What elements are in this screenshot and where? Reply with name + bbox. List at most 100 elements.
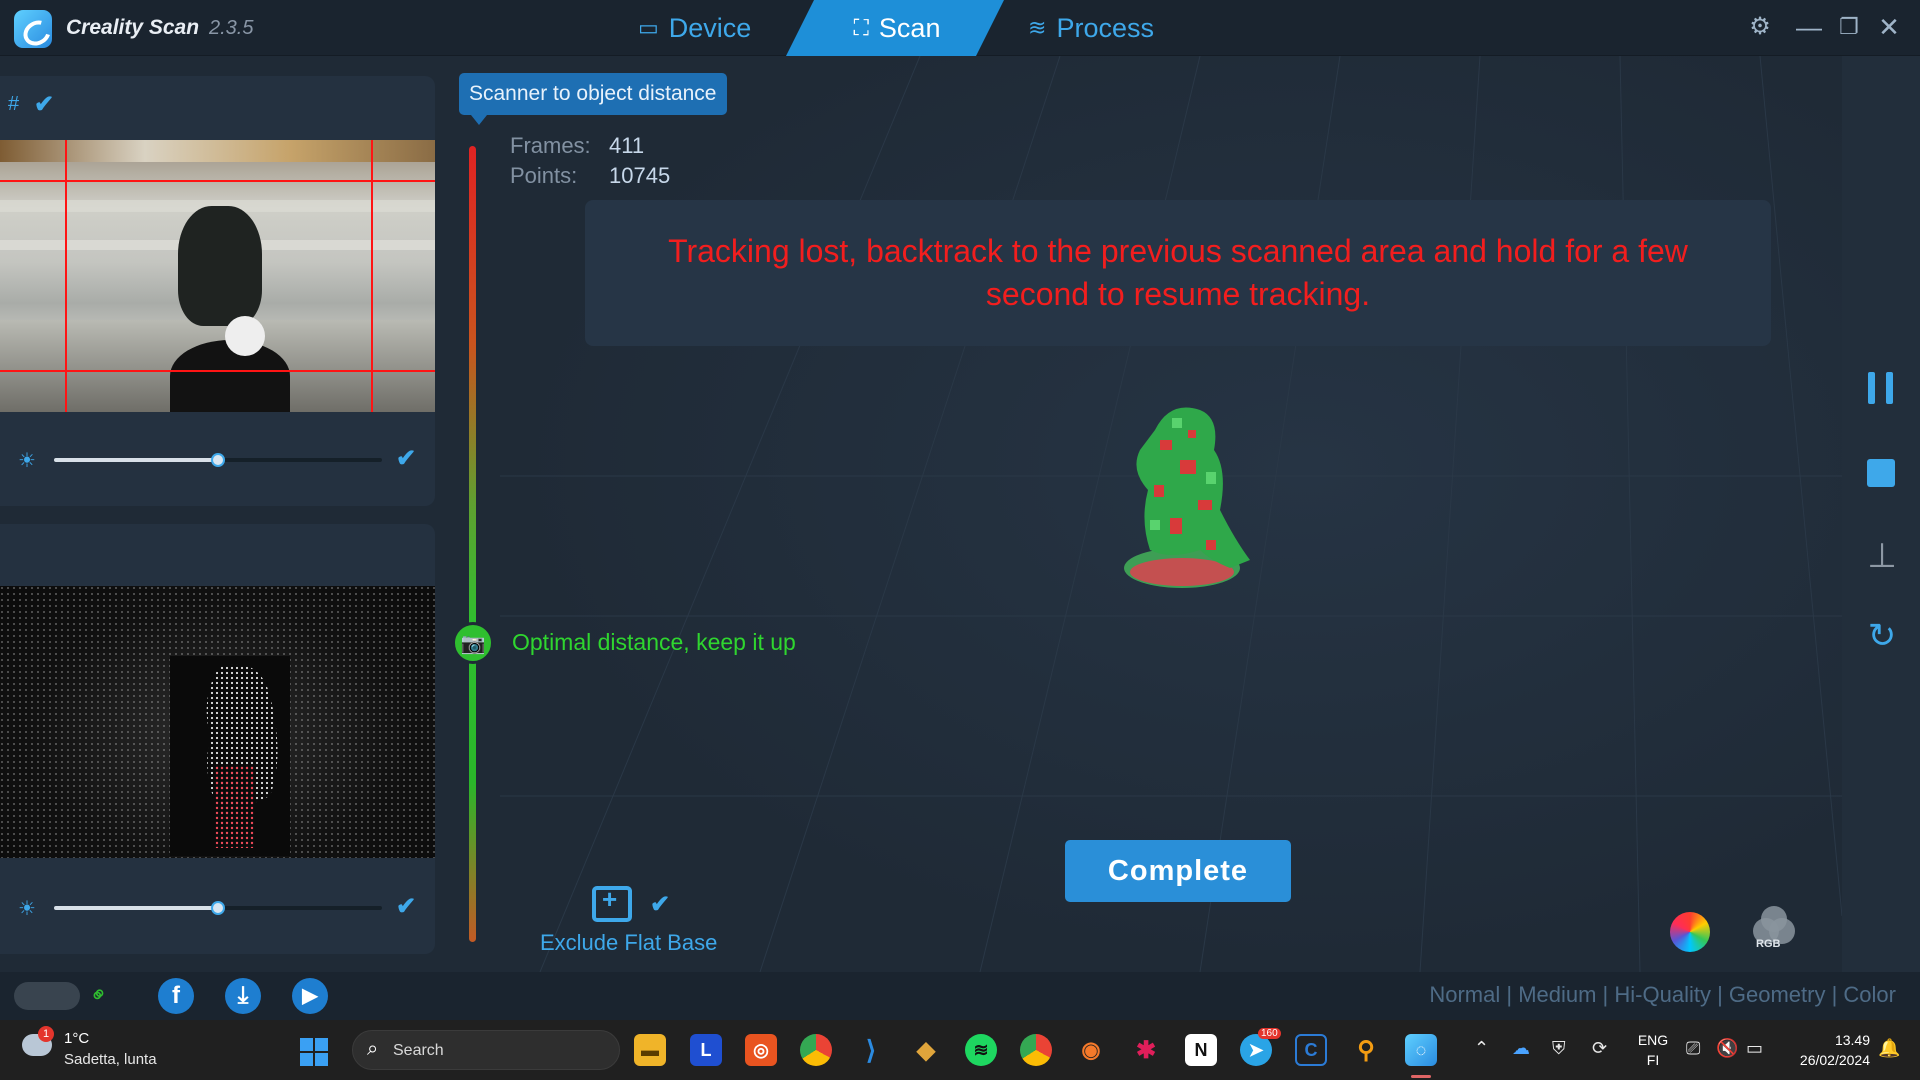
- creality-scan-taskbar-icon[interactable]: ◌: [1405, 1034, 1437, 1066]
- scan-icon: ⛶: [853, 15, 869, 40]
- app-version: 2.3.5: [209, 17, 254, 39]
- slider-knob[interactable]: [211, 901, 225, 915]
- active-app-indicator: [1411, 1075, 1431, 1078]
- rgb-exposure-slider[interactable]: ☀: [18, 448, 418, 472]
- slack-icon[interactable]: ✱: [1130, 1034, 1162, 1066]
- search-icon: ⌕: [367, 1038, 379, 1060]
- git-app-icon[interactable]: ◆: [910, 1034, 942, 1066]
- grid-checkbox[interactable]: ✔: [34, 93, 56, 117]
- scanner-device-icon: [14, 982, 80, 1010]
- rgb-camera-feed: [0, 140, 435, 412]
- right-toolbar: ⊥ ↻: [1842, 56, 1920, 972]
- tab-device[interactable]: ▭ Device: [638, 0, 751, 56]
- tab-scan-label: Scan: [878, 13, 941, 43]
- weather-temp[interactable]: 1°C: [64, 1030, 89, 1047]
- security-icon[interactable]: ⛨: [1552, 1038, 1566, 1059]
- download-icon[interactable]: ⤓: [225, 978, 261, 1014]
- rgb-label: RGB: [1756, 938, 1781, 950]
- tab-device-label: Device: [668, 13, 752, 43]
- depth-auto-exposure-checkbox[interactable]: ✔: [396, 895, 418, 919]
- creality-logo-icon: [14, 10, 52, 48]
- facebook-icon[interactable]: f: [158, 978, 194, 1014]
- points-label: Points:: [510, 163, 578, 188]
- tracking-lost-banner: Tracking lost, backtrack to the previous…: [585, 200, 1771, 346]
- windows-taskbar: 1 1°C Sadetta, lunta ⌕ Search ▬ L ◎ ⟩ ◆ …: [0, 1020, 1920, 1080]
- brightness-icon: ☀: [18, 898, 36, 920]
- ubuntu-icon[interactable]: ◎: [745, 1034, 777, 1066]
- exclude-flat-base-icon[interactable]: [592, 884, 632, 922]
- device-icon: ▭: [638, 15, 659, 40]
- spotify-icon[interactable]: ≋: [965, 1034, 997, 1066]
- depth-camera-feed: [0, 586, 435, 858]
- onedrive-icon[interactable]: ☁: [1512, 1038, 1530, 1059]
- tab-process[interactable]: ≋ Process: [1028, 0, 1154, 56]
- minimize-icon[interactable]: —: [1794, 12, 1824, 42]
- slider-knob[interactable]: [211, 453, 225, 467]
- distance-status: Optimal distance, keep it up: [512, 629, 796, 655]
- search-label: Search: [393, 1042, 444, 1059]
- color-wheel-icon[interactable]: [1670, 912, 1710, 952]
- points-value: 10745: [609, 163, 671, 188]
- refresh-icon[interactable]: ↻: [1864, 616, 1900, 656]
- file-explorer-icon[interactable]: ▬: [634, 1034, 666, 1066]
- slider-track[interactable]: [54, 453, 382, 467]
- weather-badge: 1: [38, 1026, 54, 1042]
- notification-bell-icon[interactable]: 🔔: [1878, 1038, 1900, 1059]
- battery-icon[interactable]: ▭: [1746, 1038, 1763, 1059]
- settings-gear-icon[interactable]: ⚙: [1745, 12, 1775, 42]
- l-app-icon[interactable]: L: [690, 1034, 722, 1066]
- clock-date[interactable]: 26/02/2024: [1780, 1052, 1870, 1068]
- title-bar: Creality Scan 2.3.5 ▭ Device ⛶ Scan ≋ Pr…: [0, 0, 1920, 56]
- camera-icon: 📷: [452, 622, 494, 664]
- sync-icon[interactable]: ⟳: [1592, 1038, 1607, 1059]
- slider-track[interactable]: [54, 901, 382, 915]
- app-name: Creality Scan: [66, 16, 200, 39]
- blender-icon[interactable]: ◉: [1075, 1034, 1107, 1066]
- rgb-camera-panel: # ✔ ☀ ✔: [0, 76, 435, 506]
- clock-time[interactable]: 13.49: [1780, 1032, 1870, 1048]
- link-icon: ⚭: [83, 979, 115, 1011]
- volume-muted-icon[interactable]: 🔇: [1716, 1038, 1738, 1059]
- complete-button[interactable]: Complete: [1065, 840, 1291, 902]
- tracking-lost-message: Tracking lost, backtrack to the previous…: [668, 233, 1688, 312]
- language-top[interactable]: ENG: [1635, 1032, 1671, 1048]
- weather-desc[interactable]: Sadetta, lunta: [64, 1051, 157, 1068]
- exclude-flat-base-label: Exclude Flat Base: [540, 930, 718, 955]
- stop-icon[interactable]: [1867, 459, 1895, 487]
- video-tutorial-icon[interactable]: ▶: [292, 978, 328, 1014]
- distance-indicator-bar: [469, 146, 476, 942]
- search-app-icon[interactable]: ⚲: [1350, 1034, 1382, 1066]
- c-app-icon[interactable]: C: [1295, 1034, 1327, 1066]
- frames-label: Frames:: [510, 133, 591, 158]
- chrome-dev-icon[interactable]: [1020, 1034, 1052, 1066]
- frames-value: 411: [609, 133, 645, 158]
- scanned-model-preview[interactable]: [1110, 400, 1260, 600]
- distance-tooltip: Scanner to object distance: [459, 73, 727, 125]
- brightness-icon: ☀: [18, 450, 36, 472]
- language-bottom[interactable]: FI: [1635, 1052, 1671, 1068]
- close-icon[interactable]: ✕: [1874, 12, 1904, 42]
- status-bar: ⚭ f ⤓ ▶ Normal | Medium | Hi-Quality | G…: [0, 972, 1920, 1020]
- stamp-icon[interactable]: ⊥: [1864, 536, 1900, 576]
- restore-icon[interactable]: ❐: [1834, 12, 1864, 42]
- tray-chevron-icon[interactable]: ⌃: [1474, 1038, 1489, 1059]
- taskbar-search[interactable]: ⌕ Search: [352, 1030, 620, 1070]
- slider-fill: [54, 458, 218, 462]
- windows-start-icon[interactable]: [300, 1038, 328, 1066]
- layers-icon: ≋: [1028, 15, 1047, 40]
- depth-camera-panel: ☀ ✔: [0, 524, 435, 954]
- notion-icon[interactable]: N: [1185, 1034, 1217, 1066]
- exclude-flat-base-checkbox[interactable]: ✔: [650, 893, 672, 917]
- telegram-badge: 160: [1258, 1028, 1281, 1039]
- vscode-icon[interactable]: ⟩: [855, 1034, 887, 1066]
- tab-process-label: Process: [1056, 13, 1154, 43]
- slider-fill: [54, 906, 218, 910]
- rgb-auto-exposure-checkbox[interactable]: ✔: [396, 447, 418, 471]
- pause-icon[interactable]: [1868, 372, 1896, 404]
- grid-toggle-hash[interactable]: #: [8, 93, 19, 116]
- depth-exposure-slider[interactable]: ☀: [18, 896, 418, 920]
- tab-scan[interactable]: ⛶ Scan: [786, 0, 1004, 56]
- network-icon[interactable]: ⎚: [1686, 1038, 1700, 1059]
- quality-modes[interactable]: Normal | Medium | Hi-Quality | Geometry …: [1429, 982, 1896, 1008]
- chrome-icon[interactable]: [800, 1034, 832, 1066]
